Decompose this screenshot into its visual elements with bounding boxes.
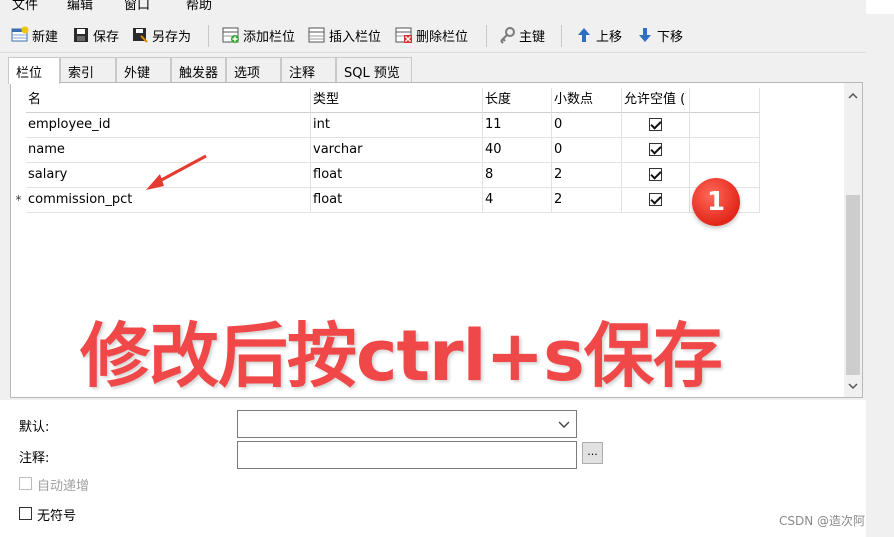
new-table-icon: [11, 26, 29, 42]
row-indicator: [11, 138, 26, 163]
save-as-icon: [133, 28, 148, 43]
cell-decimals[interactable]: 0: [552, 113, 622, 138]
new-button[interactable]: 新建: [11, 24, 58, 46]
row-indicator: [11, 113, 26, 138]
unsigned-label: 无符号: [37, 509, 77, 524]
insert-column-label: 插入栏位: [329, 29, 382, 45]
cell-decimals[interactable]: 2: [552, 163, 622, 188]
unsigned-checkbox[interactable]: [19, 507, 32, 520]
menu-help[interactable]: 帮助: [186, 0, 212, 13]
tab-triggers[interactable]: 触发器: [171, 57, 226, 82]
arrow-up-icon: [578, 28, 590, 42]
tab-options[interactable]: 选项: [226, 57, 281, 82]
toolbar-separator: [561, 25, 562, 47]
annotation-instruction-text: 修改后按ctrl+s保存: [80, 315, 723, 397]
scrollbar-thumb[interactable]: [846, 195, 860, 375]
column-header-type[interactable]: 类型: [311, 88, 483, 113]
menu-edit[interactable]: 编辑: [67, 0, 93, 13]
delete-column-label: 删除栏位: [416, 29, 469, 45]
cell-type[interactable]: varchar: [311, 138, 483, 163]
delete-column-icon: [395, 27, 412, 43]
menu-file[interactable]: 文件: [12, 0, 38, 13]
window-edge: [866, 0, 894, 14]
insert-column-icon: [308, 27, 325, 43]
delete-column-button[interactable]: 删除栏位: [395, 24, 468, 46]
primary-key-label: 主键: [519, 29, 546, 45]
comment-label: 注释:: [19, 451, 50, 466]
column-header-decimals[interactable]: 小数点: [552, 88, 622, 113]
primary-key-button[interactable]: 主键: [498, 24, 545, 46]
cell-length[interactable]: 4: [483, 188, 552, 213]
auto-increment-label: 自动递增: [37, 479, 90, 494]
nullable-checkbox[interactable]: [649, 168, 662, 181]
default-combobox[interactable]: [237, 410, 577, 438]
column-header-filler: [690, 88, 760, 113]
insert-column-button[interactable]: 插入栏位: [308, 24, 381, 46]
add-column-label: 添加栏位: [243, 29, 296, 45]
arrow-down-icon: [639, 28, 651, 42]
cell-filler: [690, 113, 760, 138]
cell-length[interactable]: 8: [483, 163, 552, 188]
watermark: CSDN @造次阿: [779, 514, 866, 528]
cell-filler: [690, 138, 760, 163]
move-up-button[interactable]: 上移: [575, 24, 622, 46]
tab-sql-preview[interactable]: SQL 预览: [336, 57, 412, 82]
new-button-label: 新建: [32, 29, 59, 45]
tab-foreign-keys[interactable]: 外键: [116, 57, 171, 82]
auto-increment-checkbox[interactable]: [19, 477, 32, 490]
menu-bar: 文件 编辑 窗口 帮助: [0, 0, 894, 14]
column-header-length[interactable]: 长度: [483, 88, 552, 113]
cell-nullable: [622, 163, 690, 188]
toolbar-separator: [208, 25, 209, 47]
cell-type[interactable]: float: [311, 188, 483, 213]
move-down-button[interactable]: 下移: [636, 24, 683, 46]
tab-fields[interactable]: 栏位: [8, 57, 60, 84]
column-properties-panel: 默认: 注释: ... 自动递增 无符号: [0, 400, 866, 537]
cell-nullable: [622, 188, 690, 213]
scroll-up-icon[interactable]: [848, 89, 858, 103]
grid-vertical-scrollbar[interactable]: [844, 83, 862, 397]
cell-type[interactable]: int: [311, 113, 483, 138]
cell-type[interactable]: float: [311, 163, 483, 188]
menu-window[interactable]: 窗口: [124, 0, 150, 13]
annotation-arrow-icon: [146, 154, 207, 190]
cell-decimals[interactable]: 0: [552, 138, 622, 163]
column-header-nullable[interactable]: 允许空值 (: [622, 88, 690, 113]
cell-length[interactable]: 11: [483, 113, 552, 138]
save-as-button-label: 另存为: [152, 29, 192, 45]
default-label: 默认:: [19, 420, 50, 435]
column-header-name[interactable]: 名: [26, 88, 311, 113]
cell-nullable: [622, 113, 690, 138]
comment-input[interactable]: [237, 441, 577, 469]
toolbar: 新建 保存 另存为 添加栏位 插入栏位 删除栏位 主键 上移 下移: [0, 17, 866, 53]
tab-strip: 栏位 索引 外键 触发器 选项 注释 SQL 预览: [8, 57, 428, 84]
cell-nullable: [622, 138, 690, 163]
move-up-label: 上移: [596, 29, 623, 45]
nullable-checkbox[interactable]: [649, 143, 662, 156]
tab-indexes[interactable]: 索引: [60, 57, 116, 82]
key-icon: [500, 27, 515, 44]
toolbar-separator: [486, 25, 487, 47]
save-as-button[interactable]: 另存为: [131, 24, 191, 46]
save-button[interactable]: 保存: [72, 24, 119, 46]
row-indicator: [11, 163, 26, 188]
save-button-label: 保存: [93, 29, 120, 45]
annotation-number-badge: 1: [692, 178, 740, 226]
chevron-down-icon[interactable]: [558, 419, 570, 429]
add-column-icon: [222, 27, 239, 43]
comment-ellipsis-button[interactable]: ...: [582, 442, 603, 464]
tab-comment[interactable]: 注释: [281, 57, 336, 82]
nullable-checkbox[interactable]: [649, 118, 662, 131]
save-icon: [74, 28, 88, 42]
cell-decimals[interactable]: 2: [552, 188, 622, 213]
move-down-label: 下移: [657, 29, 684, 45]
row-indicator-current: *: [15, 193, 22, 207]
scroll-down-icon[interactable]: [848, 379, 858, 393]
cell-name[interactable]: employee_id: [26, 113, 311, 138]
cell-length[interactable]: 40: [483, 138, 552, 163]
nullable-checkbox[interactable]: [649, 193, 662, 206]
add-column-button[interactable]: 添加栏位: [222, 24, 295, 46]
